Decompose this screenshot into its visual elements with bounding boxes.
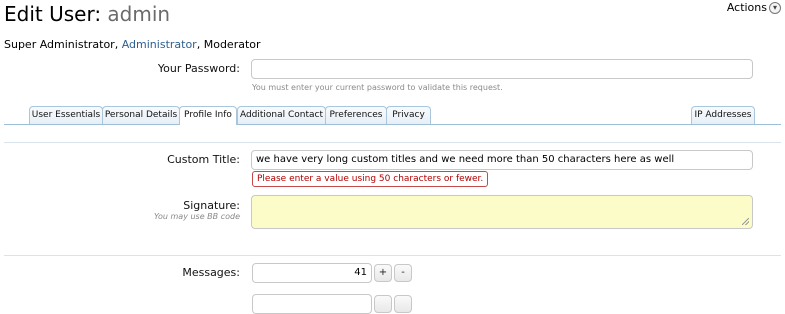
tab-personal-details[interactable]: Personal Details (102, 106, 180, 124)
resize-grip-icon[interactable] (742, 218, 749, 225)
messages-decrement-button[interactable]: - (394, 264, 412, 282)
custom-title-label: Custom Title: (167, 153, 240, 166)
role-administrator-link[interactable]: Administrator (122, 38, 197, 51)
messages-input[interactable]: 41 (252, 263, 372, 283)
page-title-prefix: Edit User: (4, 2, 102, 26)
messages-label: Messages: (182, 266, 240, 279)
tab-user-essentials[interactable]: User Essentials (29, 106, 103, 124)
role-moderator: Moderator (203, 38, 261, 51)
role-separator: , (196, 38, 204, 51)
tab-additional-contact[interactable]: Additional Contact (237, 106, 326, 124)
tab-preferences[interactable]: Preferences (325, 106, 387, 124)
next-numeric-input[interactable] (252, 294, 372, 314)
page-title: Edit User: admin (4, 0, 170, 28)
role-super-administrator: Super Administrator (4, 38, 115, 51)
next-increment-button[interactable] (374, 295, 392, 313)
messages-increment-button[interactable]: + (374, 264, 392, 282)
actions-menu[interactable]: Actions ▾ (727, 1, 781, 14)
custom-title-input[interactable]: we have very long custom titles and we n… (251, 150, 753, 170)
next-decrement-button[interactable] (394, 295, 412, 313)
tab-privacy[interactable]: Privacy (386, 106, 431, 124)
signature-label: Signature: (183, 199, 240, 212)
password-label: Your Password: (157, 62, 240, 75)
tab-bar: User Essentials Personal Details Profile… (4, 106, 781, 125)
actions-label[interactable]: Actions (727, 1, 767, 14)
password-explain: You must enter your current password to … (252, 83, 503, 92)
section-divider (4, 255, 781, 256)
user-roles: Super Administrator, Administrator, Mode… (4, 38, 261, 52)
page-title-username: admin (107, 2, 171, 26)
section-divider (4, 142, 781, 143)
chevron-down-icon[interactable]: ▾ (769, 1, 781, 14)
signature-hint: You may use BB code (153, 212, 240, 221)
custom-title-error: Please enter a value using 50 characters… (252, 171, 489, 187)
password-input[interactable] (251, 59, 753, 79)
tab-profile-info[interactable]: Profile Info (179, 106, 237, 125)
tab-ip-addresses[interactable]: IP Addresses (691, 106, 755, 124)
role-separator: , (114, 38, 122, 51)
signature-textarea[interactable] (251, 195, 753, 229)
